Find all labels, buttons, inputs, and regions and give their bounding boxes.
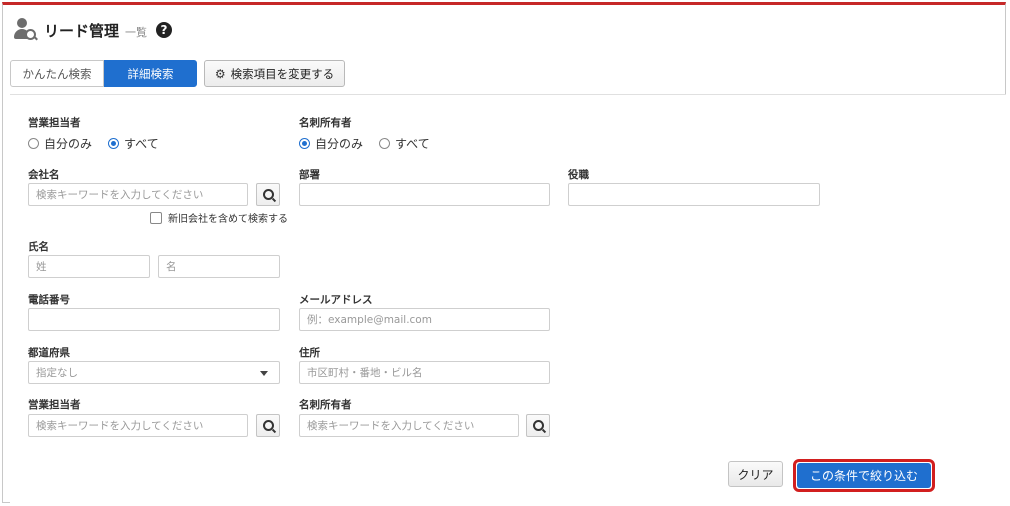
search-icon	[262, 420, 274, 431]
sales-rep-search-input[interactable]: 検索キーワードを入力してください	[28, 414, 248, 437]
department-label: 部署	[299, 169, 320, 181]
company-search-button[interactable]	[256, 183, 280, 206]
page-subtitle: 一覧	[125, 25, 148, 39]
last-name-input[interactable]: 姓	[28, 255, 150, 278]
page-header: リード管理 一覧 ?	[14, 16, 173, 44]
radio-checked-icon[interactable]	[299, 138, 310, 149]
card-owner-scope-radios: 自分のみ すべて	[299, 135, 446, 152]
apply-button-highlight: この条件で絞り込む	[793, 459, 935, 492]
tab-detail-search[interactable]: 詳細検索	[104, 60, 197, 87]
card-owner-search-button[interactable]	[526, 414, 550, 437]
tab-simple-search[interactable]: かんたん検索	[10, 60, 104, 87]
sales-rep-scope-label: 営業担当者	[28, 117, 81, 129]
include-old-company-checkbox[interactable]	[150, 211, 162, 224]
sales-rep-scope-self-label: 自分のみ	[44, 137, 93, 151]
radio-unchecked-icon[interactable]	[28, 138, 39, 149]
email-label: メールアドレス	[299, 294, 373, 306]
company-label: 会社名	[28, 169, 60, 181]
change-search-fields-button[interactable]: ⚙ 検索項目を変更する	[204, 60, 345, 87]
chevron-down-icon	[260, 371, 268, 376]
sales-rep-search-button[interactable]	[256, 414, 280, 437]
position-label: 役職	[568, 169, 589, 181]
change-search-fields-label: 検索項目を変更する	[230, 66, 335, 81]
company-search-input[interactable]: 検索キーワードを入力してください	[28, 183, 248, 206]
include-old-company-label: 新旧会社を含めて検索する	[168, 214, 288, 225]
card-owner-scope-label: 名刺所有者	[299, 117, 352, 129]
user-search-icon	[14, 17, 38, 43]
card-owner-label: 名刺所有者	[299, 399, 352, 411]
first-name-input[interactable]: 名	[158, 255, 280, 278]
search-icon	[262, 189, 274, 200]
sales-rep-scope-all-option[interactable]: すべて	[108, 135, 159, 152]
sales-rep-label: 営業担当者	[28, 399, 81, 411]
prefecture-label: 都道府県	[28, 347, 70, 359]
email-input[interactable]: 例：example@mail.com	[299, 308, 550, 331]
sales-rep-scope-self-option[interactable]: 自分のみ	[28, 135, 92, 152]
search-form-panel: 営業担当者 自分のみ すべて 名刺所有者 自分のみ すべて 会社名 検索キーワー…	[10, 94, 1006, 504]
search-mode-tabs: かんたん検索 詳細検索	[10, 60, 197, 87]
page-title: リード管理	[44, 21, 120, 40]
include-old-company-checkbox-row[interactable]: 新旧会社を含めて検索する	[150, 210, 288, 225]
prefecture-select[interactable]: 指定なし	[28, 361, 280, 384]
card-owner-search-input[interactable]: 検索キーワードを入力してください	[299, 414, 519, 437]
sales-rep-scope-all-label: すべて	[124, 137, 159, 151]
sales-rep-scope-radios: 自分のみ すべて	[28, 135, 175, 152]
card-owner-scope-self-label: 自分のみ	[315, 137, 364, 151]
phone-input[interactable]	[28, 308, 280, 331]
question-circle-icon[interactable]: ?	[156, 22, 173, 38]
radio-checked-icon[interactable]	[108, 138, 120, 149]
clear-button[interactable]: クリア	[728, 461, 783, 487]
card-owner-scope-all-label: すべて	[395, 137, 430, 151]
name-label: 氏名	[28, 241, 49, 253]
gear-icon: ⚙	[214, 66, 226, 81]
address-input[interactable]: 市区町村・番地・ビル名	[299, 361, 550, 384]
department-input[interactable]	[299, 183, 550, 206]
apply-filter-button[interactable]: この条件で絞り込む	[797, 463, 931, 488]
phone-label: 電話番号	[28, 294, 70, 306]
card-owner-scope-self-option[interactable]: 自分のみ	[299, 135, 363, 152]
radio-unchecked-icon[interactable]	[379, 138, 391, 149]
address-label: 住所	[299, 347, 320, 359]
position-input[interactable]	[568, 183, 820, 206]
search-icon	[532, 420, 544, 431]
card-owner-scope-all-option[interactable]: すべて	[379, 135, 430, 152]
